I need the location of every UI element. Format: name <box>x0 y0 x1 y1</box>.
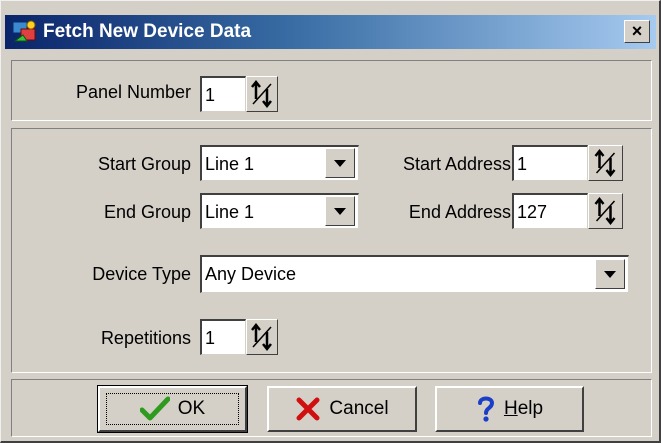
repetitions-spinner[interactable] <box>246 319 278 355</box>
device-type-dropdown-button[interactable] <box>595 259 625 289</box>
end-address-input[interactable]: 127 <box>512 193 588 229</box>
end-group-dropdown-button[interactable] <box>325 196 355 226</box>
question-icon <box>477 396 494 422</box>
chevron-down-icon <box>604 271 616 278</box>
start-address-spinner[interactable] <box>588 145 623 181</box>
repetitions-input[interactable]: 1 <box>200 319 246 355</box>
cancel-label: Cancel <box>329 398 389 419</box>
help-label: Help <box>504 398 543 420</box>
start-address-label: Start Address <box>402 154 511 174</box>
title-bar[interactable]: Fetch New Device Data × <box>5 15 656 49</box>
app-icon <box>12 20 36 42</box>
help-label-rest: elp <box>517 398 544 419</box>
device-type-value: Any Device <box>205 264 297 284</box>
device-type-label: Device Type <box>92 264 191 284</box>
end-group-label: End Group <box>103 202 191 222</box>
chevron-down-icon <box>334 208 346 215</box>
cancel-button[interactable]: Cancel <box>267 386 417 432</box>
chevron-down-icon <box>334 160 346 167</box>
ok-label: OK <box>177 398 206 419</box>
end-address-value: 127 <box>517 202 548 222</box>
panel-number-label: Panel Number <box>75 82 191 102</box>
dialog-window: Fetch New Device Data × Panel Number 1 S… <box>0 0 661 443</box>
end-address-spinner[interactable] <box>588 193 623 229</box>
start-group-dropdown-button[interactable] <box>325 148 355 178</box>
help-button[interactable]: Help <box>435 386 584 432</box>
panel-number-spinner[interactable] <box>246 76 278 112</box>
repetitions-value: 1 <box>205 328 216 348</box>
start-address-input[interactable]: 1 <box>512 145 588 181</box>
start-group-label: Start Group <box>97 154 191 174</box>
spinner-arrows-icon <box>594 196 616 226</box>
panel-number-input[interactable]: 1 <box>200 76 246 112</box>
spinner-arrows-icon <box>251 79 272 109</box>
close-button[interactable]: × <box>624 20 650 43</box>
end-address-label: End Address <box>408 202 511 222</box>
start-group-value: Line 1 <box>205 154 255 174</box>
close-icon: × <box>631 21 643 41</box>
x-icon <box>296 397 320 421</box>
ok-button[interactable]: OK <box>97 385 248 433</box>
device-type-select[interactable]: Any Device <box>200 255 629 293</box>
start-address-value: 1 <box>517 154 528 174</box>
dialog-title: Fetch New Device Data <box>43 21 252 42</box>
repetitions-label: Repetitions <box>100 328 191 348</box>
spinner-arrows-icon <box>251 322 272 352</box>
check-icon <box>139 396 170 421</box>
end-group-value: Line 1 <box>205 202 255 222</box>
panel-number-value: 1 <box>205 85 216 105</box>
help-mnemonic: H <box>503 398 518 419</box>
spinner-arrows-icon <box>594 148 616 178</box>
